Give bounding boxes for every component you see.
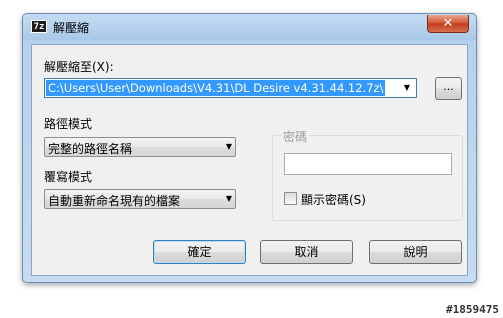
- path-mode-value: 完整的路徑名稱: [48, 142, 133, 156]
- close-button[interactable]: ✕: [427, 15, 469, 33]
- 7zip-app-icon: 7z: [31, 20, 47, 33]
- overwrite-mode-value: 自動重新命名現有的檔案: [48, 194, 181, 208]
- chevron-down-icon: ▼: [225, 142, 232, 151]
- password-input[interactable]: [284, 153, 452, 175]
- browse-button[interactable]: ...: [435, 77, 462, 100]
- password-groupbox: 密碼 顯示密碼(S): [272, 128, 463, 221]
- path-mode-label: 路徑模式: [44, 117, 93, 131]
- chevron-down-icon[interactable]: ▼: [400, 80, 414, 96]
- cancel-button[interactable]: 取消: [260, 240, 353, 264]
- show-password-label[interactable]: 顯示密碼(S): [301, 191, 366, 208]
- chevron-down-icon: ▼: [225, 194, 232, 203]
- path-mode-select[interactable]: 完整的路徑名稱 ▼: [44, 137, 236, 157]
- overwrite-mode-select[interactable]: 自動重新命名現有的檔案 ▼: [44, 189, 236, 209]
- password-group-title: 密碼: [281, 128, 310, 145]
- watermark-id: #1859475: [446, 303, 499, 316]
- close-icon: ✕: [442, 16, 454, 31]
- extract-path-value: C:\Users\User\Downloads\V4.31\DL Desire …: [46, 80, 386, 96]
- show-password-checkbox[interactable]: [284, 192, 297, 205]
- extract-to-label: 解壓縮至(X):: [44, 60, 114, 74]
- extract-path-combobox[interactable]: C:\Users\User\Downloads\V4.31\DL Desire …: [44, 78, 417, 98]
- ok-button[interactable]: 確定: [153, 240, 246, 264]
- help-button[interactable]: 說明: [369, 240, 462, 264]
- overwrite-mode-label: 覆寫模式: [44, 170, 93, 184]
- window-title: 解壓縮: [53, 21, 90, 35]
- extract-dialog-window: 7z 解壓縮 ✕ 解壓縮至(X): C:\Users\User\Download…: [22, 13, 477, 283]
- title-bar[interactable]: 7z 解壓縮 ✕: [23, 14, 476, 40]
- dialog-content: 解壓縮至(X): C:\Users\User\Downloads\V4.31\D…: [31, 44, 468, 276]
